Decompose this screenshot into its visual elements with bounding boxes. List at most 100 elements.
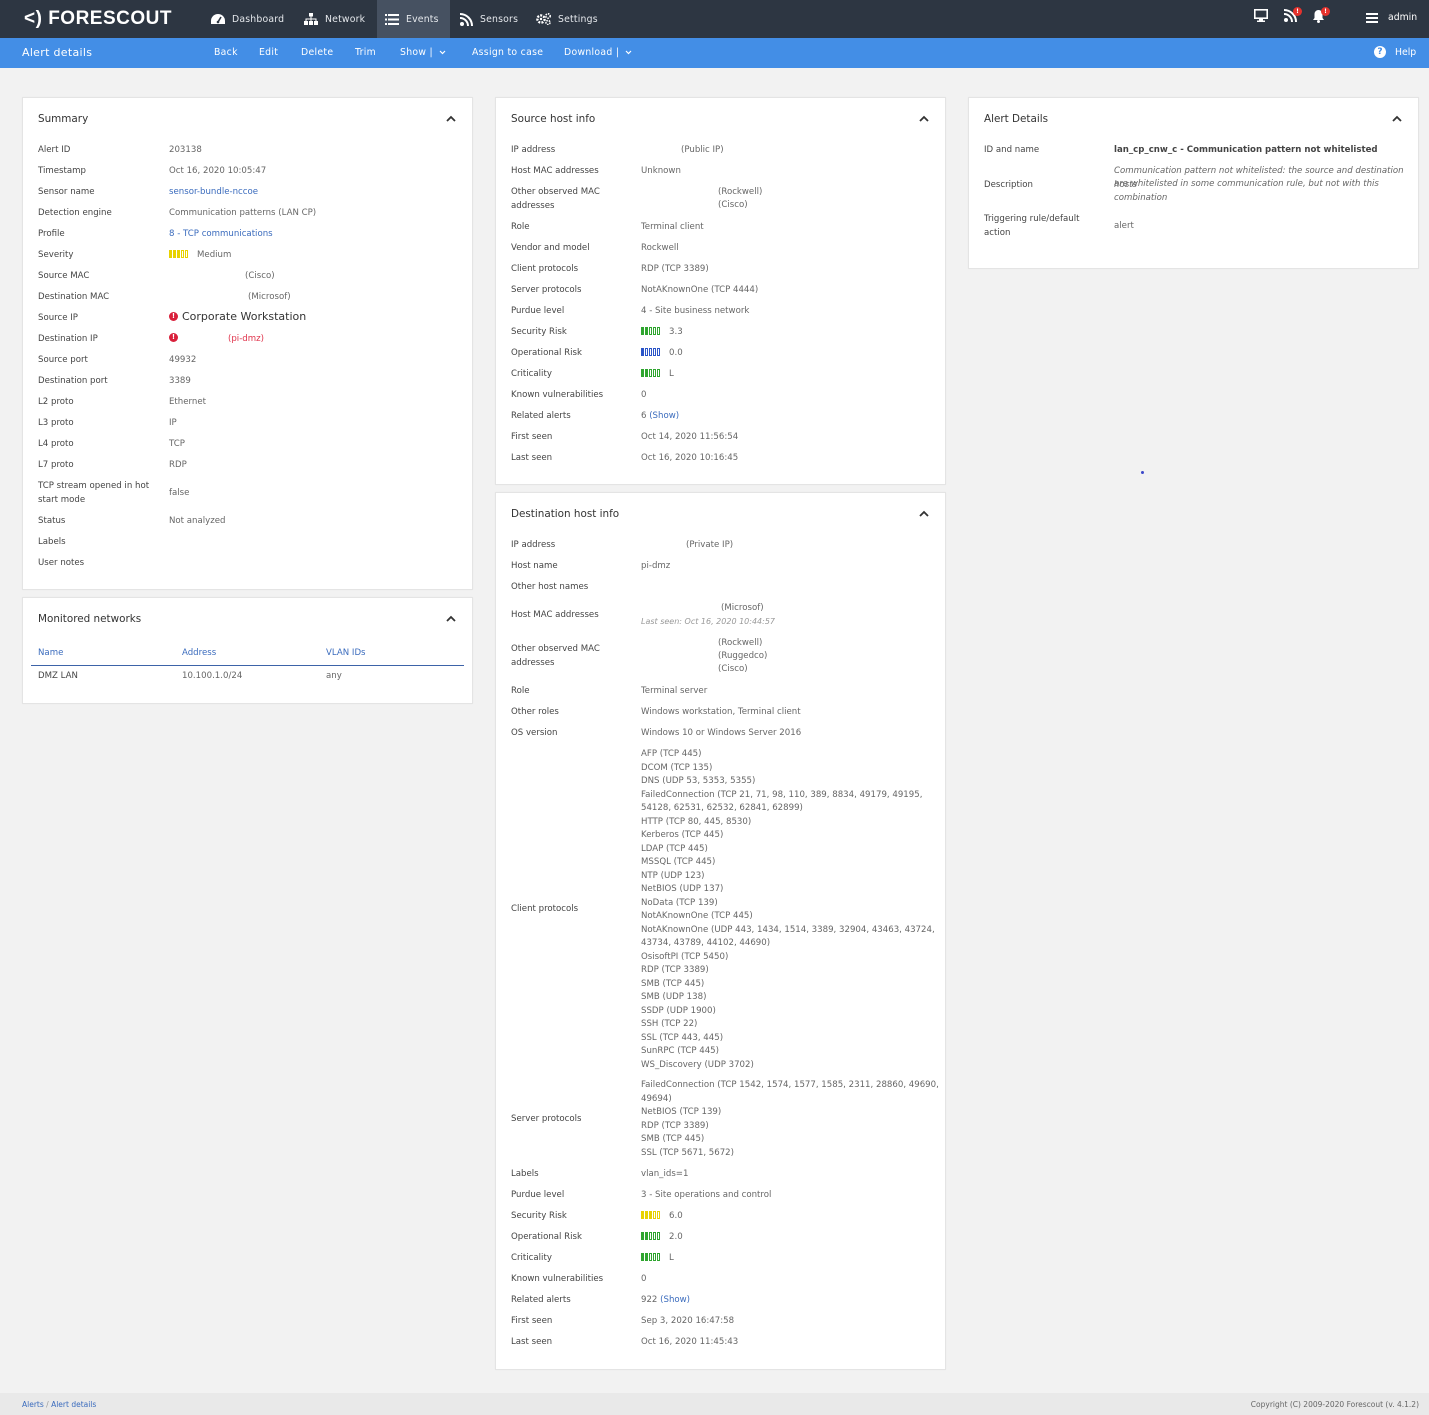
nav-events-label: Events [406, 13, 439, 25]
criticality-bar [641, 1252, 661, 1261]
page-title: Alert details [22, 46, 93, 59]
notifications-button[interactable]: ! [1312, 7, 1330, 26]
user-menu[interactable]: admin [1366, 12, 1417, 23]
source-security-risk: 3.3 [641, 326, 683, 340]
column-header-address[interactable]: Address [182, 648, 216, 658]
protocol-item: WS_Discovery (UDP 3702) [641, 1059, 754, 1070]
source-label: Role [511, 222, 530, 232]
protocol-item: NotAKnownOne (TCP 445) [641, 911, 753, 921]
destination-purdue-level: 3 - Site operations and control [641, 1190, 772, 1200]
destination-label: Purdue level [511, 1190, 565, 1200]
edit-button[interactable]: Edit [259, 47, 278, 58]
destination-related-alerts: 922 (Show) [641, 1294, 690, 1308]
show-dropdown[interactable]: Show | [400, 47, 446, 58]
source-other-mac-1: (Rockwell) [718, 187, 763, 197]
sensor-alerts-badge: ! [1293, 7, 1302, 16]
collapse-alert-details-icon[interactable] [1392, 115, 1402, 122]
sensor-name-link[interactable]: sensor-bundle-nccoe [169, 186, 258, 200]
l4-proto-value: TCP [169, 439, 185, 449]
source-label: Criticality [511, 369, 552, 379]
collapse-source-icon[interactable] [919, 115, 929, 122]
destination-host-title: Destination host info [511, 508, 620, 520]
summary-label: Destination MAC [38, 292, 110, 302]
source-port-value: 49932 [169, 355, 197, 365]
collapse-monitored-icon[interactable] [446, 615, 456, 622]
severity-label: Medium [197, 250, 232, 260]
nav-dashboard-label: Dashboard [232, 13, 285, 25]
destination-label: Host name [511, 561, 558, 571]
source-label: Host MAC addresses [511, 166, 599, 176]
source-related-alerts: 6 (Show) [641, 410, 679, 424]
summary-label: Destination IP [38, 334, 98, 344]
alert-details-title: Alert Details [984, 113, 1049, 125]
protocol-item: 43734, 43789, 44102, 44690) [641, 938, 771, 948]
nav-events[interactable]: Events [377, 0, 450, 38]
protocol-item: Kerberos (TCP 445) [641, 830, 724, 840]
criticality-bar [641, 368, 661, 377]
breadcrumb-alert-details[interactable]: Alert details [51, 1400, 96, 1409]
profile-link[interactable]: 8 - TCP communications [169, 228, 273, 242]
alert-label: Description [984, 180, 1033, 190]
nav-sensors-label: Sensors [480, 13, 519, 25]
monitor-icon [1254, 9, 1268, 22]
nav-settings[interactable]: Settings [528, 0, 606, 38]
source-label: Security Risk [511, 327, 567, 337]
nav-dashboard[interactable]: Dashboard [203, 0, 292, 38]
column-header-vlan[interactable]: VLAN IDs [326, 648, 366, 658]
destination-show-alerts-link[interactable]: (Show) [660, 1295, 690, 1305]
warning-icon: ! [169, 312, 178, 321]
destination-label: Operational Risk [511, 1232, 582, 1242]
protocol-item: NetBIOS (TCP 139) [641, 1107, 722, 1117]
destination-security-risk: 6.0 [641, 1210, 683, 1224]
alert-id-and-name: lan_cp_cnw_c - Communication pattern not… [1114, 145, 1378, 155]
collapse-summary-icon[interactable] [446, 115, 456, 122]
source-label: Vendor and model [511, 243, 590, 253]
network-icon [304, 13, 318, 25]
back-button[interactable]: Back [214, 47, 238, 58]
source-client-protocols: RDP (TCP 3389) [641, 264, 709, 274]
source-operational-risk: 0.0 [641, 347, 683, 361]
monitor-button[interactable] [1254, 9, 1268, 25]
source-show-alerts-link[interactable]: (Show) [649, 411, 679, 421]
trim-button[interactable]: Trim [355, 47, 376, 58]
protocol-item: SSL (TCP 443, 445) [641, 1032, 724, 1043]
copyright: Copyright (C) 2009-2020 Forescout (v. 4.… [1250, 1400, 1419, 1409]
destination-ip-host: (pi-dmz) [228, 334, 264, 344]
show-dropdown-label: Show | [400, 47, 433, 58]
nav-network[interactable]: Network [296, 0, 373, 38]
alert-description-line: are whitelisted in some communication ru… [1114, 179, 1379, 189]
breadcrumb-alerts[interactable]: Alerts [22, 1400, 44, 1409]
download-dropdown[interactable]: Download | [564, 47, 632, 58]
source-role: Terminal client [641, 222, 704, 232]
destination-mac-last-seen: Last seen: Oct 16, 2020 10:44:57 [641, 617, 775, 626]
source-label: Related alerts [511, 411, 571, 421]
l7-proto-value: RDP [169, 460, 187, 470]
destination-client-protocols-list: AFP (TCP 445) DCOM (TCP 135) DNS (UDP 53… [641, 748, 935, 1072]
column-header-name[interactable]: Name [38, 648, 63, 658]
destination-label: IP address [511, 540, 556, 550]
help-button[interactable]: ? Help [1374, 46, 1416, 58]
forescout-logo[interactable]: <) FORESCOUT [24, 8, 172, 30]
hot-start-value: false [169, 488, 190, 498]
loading-indicator [1141, 471, 1144, 474]
destination-label: Client protocols [511, 904, 579, 914]
nav-sensors[interactable]: Sensors [452, 0, 526, 38]
assign-to-case-button[interactable]: Assign to case [472, 47, 543, 58]
risk-bar [641, 1210, 661, 1219]
delete-button[interactable]: Delete [301, 47, 333, 58]
notifications-badge: ! [1321, 7, 1330, 16]
summary-label: Labels [38, 537, 66, 547]
destination-label: Last seen [511, 1337, 553, 1347]
destination-label: Server protocols [511, 1114, 582, 1124]
protocol-item: OsisoftPI (TCP 5450) [641, 951, 729, 962]
source-related-alerts-count: 6 [641, 411, 647, 421]
destination-operational-risk-value: 2.0 [669, 1232, 683, 1242]
protocol-item: FailedConnection (TCP 1542, 1574, 1577, … [641, 1080, 939, 1090]
collapse-destination-icon[interactable] [919, 510, 929, 517]
protocol-item: NTP (UDP 123) [641, 870, 705, 881]
destination-criticality: L [641, 1252, 674, 1266]
protocol-item: SSH (TCP 22) [641, 1019, 698, 1029]
source-label: Last seen [511, 453, 553, 463]
sensor-alerts-button[interactable]: ! [1283, 7, 1302, 25]
protocol-item: DNS (UDP 53, 5353, 5355) [641, 776, 756, 786]
